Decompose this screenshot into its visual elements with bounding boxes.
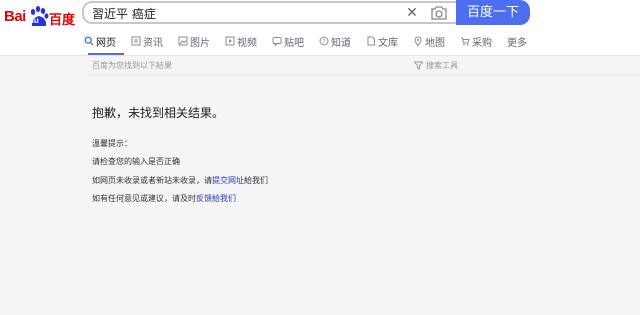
cart-icon — [461, 37, 470, 46]
logo-text-cn: 百度 — [49, 13, 76, 28]
submit-url-link[interactable]: 提交网址 — [212, 176, 244, 185]
feedback-link[interactable]: 反馈給我们 — [196, 194, 236, 203]
tab-label: 更多 — [507, 37, 527, 49]
map-pin-icon — [414, 36, 422, 46]
logo-text-du: du — [29, 16, 39, 25]
tab-label: 采购 — [472, 37, 492, 49]
tab-video[interactable]: 视频 — [225, 33, 257, 49]
tip-feedback: 如有任何意见或建议，请及时反馈給我们 — [92, 193, 236, 204]
tab-web[interactable]: 网页 — [84, 33, 116, 49]
svg-text:?: ? — [322, 39, 325, 46]
tab-map[interactable]: 地图 — [413, 33, 445, 49]
tab-label: 网页 — [96, 37, 116, 49]
header: Bai du 百度 ✕ 百度一下 网页 资讯 图片 — [0, 0, 640, 56]
tab-wenku[interactable]: 文库 — [366, 33, 398, 49]
filter-icon — [414, 61, 423, 70]
tab-more[interactable]: 更多 — [507, 33, 527, 49]
search-tools-label: 搜索工具 — [426, 61, 458, 70]
tab-label: 视频 — [237, 37, 257, 49]
divider — [88, 75, 640, 76]
logo-text-bai: Bai — [4, 8, 26, 25]
tab-zhidao[interactable]: ? 知道 — [319, 33, 351, 49]
search-tools-button[interactable]: 搜索工具 — [414, 60, 458, 71]
tab-label: 贴吧 — [284, 37, 304, 49]
tab-label: 知道 — [331, 37, 351, 49]
tab-tieba[interactable]: 贴吧 — [272, 33, 304, 49]
news-icon — [131, 36, 141, 46]
no-result-heading: 抱歉，未找到相关结果。 — [92, 106, 225, 120]
tab-label: 地图 — [425, 37, 445, 49]
tab-bar: 网页 资讯 图片 视频 贴吧 ? 知道 文库 地图 采购 更多 — [84, 33, 542, 53]
tips-title: 溫馨提示： — [92, 139, 132, 148]
video-icon — [225, 36, 235, 46]
tip-text: 給我们 — [244, 176, 268, 185]
active-tab-indicator — [88, 53, 124, 55]
question-icon: ? — [319, 36, 329, 46]
tieba-icon — [272, 37, 282, 46]
tip-check-input: 请检查您的输入是否正确 — [92, 157, 180, 166]
tab-purchase[interactable]: 采购 — [460, 33, 492, 49]
clear-icon[interactable]: ✕ — [404, 5, 420, 21]
tab-label: 资讯 — [143, 37, 163, 49]
tab-images[interactable]: 图片 — [178, 33, 210, 49]
search-box: ✕ — [82, 1, 458, 24]
tip-text: 如网页未收录或者新站未收录，请 — [92, 176, 212, 185]
search-input[interactable] — [92, 5, 392, 21]
result-count-text: 百度为您找到以下結果 — [92, 61, 172, 70]
tab-label: 图片 — [190, 37, 210, 49]
tip-submit-url: 如网页未收录或者新站未收录，请提交网址給我们 — [92, 175, 268, 186]
image-icon — [178, 36, 188, 46]
tab-label: 文库 — [378, 37, 398, 49]
search-icon — [84, 36, 94, 46]
tab-news[interactable]: 资讯 — [131, 33, 163, 49]
document-icon — [367, 36, 375, 46]
camera-icon[interactable] — [430, 5, 448, 21]
tip-text: 如有任何意见或建议，请及时 — [92, 194, 196, 203]
baidu-logo[interactable]: Bai du 百度 — [4, 6, 76, 30]
search-button[interactable]: 百度一下 — [456, 0, 530, 25]
